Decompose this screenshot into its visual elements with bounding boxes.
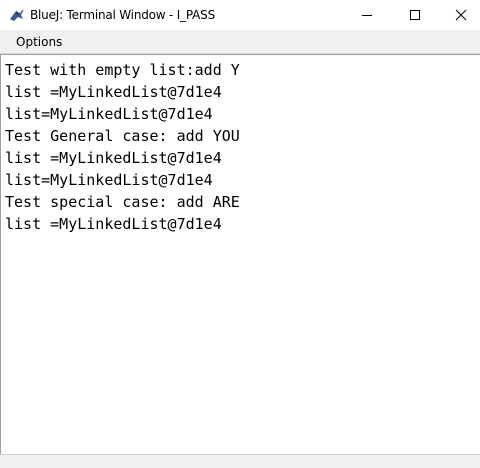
close-button[interactable] <box>438 0 480 30</box>
window-title: BlueJ: Terminal Window - I_PASS <box>30 8 216 22</box>
terminal-output[interactable]: Test with empty list:add Y list =MyLinke… <box>0 54 480 454</box>
minimize-button[interactable] <box>344 0 390 30</box>
terminal-line: list =MyLinkedList@7d1e4 <box>5 215 222 233</box>
terminal-line: list =MyLinkedList@7d1e4 <box>5 83 222 101</box>
menu-options[interactable]: Options <box>16 35 62 49</box>
bluej-bird-icon <box>8 7 26 23</box>
minimize-icon <box>361 9 373 21</box>
title-bar: BlueJ: Terminal Window - I_PASS <box>0 0 480 30</box>
terminal-line: Test with empty list:add Y <box>5 61 240 79</box>
terminal-line: Test General case: add YOU <box>5 127 240 145</box>
terminal-line: list =MyLinkedList@7d1e4 <box>5 149 222 167</box>
terminal-line: list=MyLinkedList@7d1e4 <box>5 105 213 123</box>
maximize-icon <box>409 9 421 21</box>
terminal-lines: Test with empty list:add Y list =MyLinke… <box>5 59 240 235</box>
menu-bar: Options <box>0 30 480 54</box>
maximize-button[interactable] <box>392 0 438 30</box>
terminal-line: Test special case: add ARE <box>5 193 240 211</box>
terminal-line: list=MyLinkedList@7d1e4 <box>5 171 213 189</box>
close-icon <box>455 9 467 21</box>
status-bar <box>0 454 480 468</box>
